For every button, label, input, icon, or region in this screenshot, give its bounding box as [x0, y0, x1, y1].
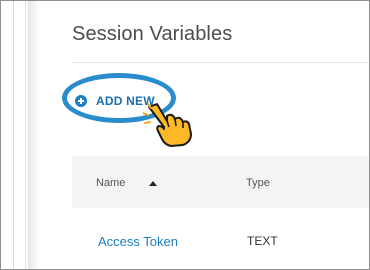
- left-panel-divider: [13, 1, 14, 269]
- table-header: Name Type: [72, 156, 369, 208]
- plus-circle-icon: [75, 95, 87, 107]
- page-title: Session Variables: [72, 23, 233, 45]
- variable-name-link[interactable]: Access Token: [98, 234, 178, 249]
- title-divider: [72, 62, 369, 63]
- table-row: Access Token TEXT: [72, 208, 369, 268]
- app-window: Session Variables ADD NEW Name Type Acce…: [0, 0, 370, 270]
- sort-ascending-icon[interactable]: [149, 181, 157, 186]
- session-variables-panel: Session Variables ADD NEW Name Type Acce…: [38, 1, 369, 269]
- panel-splitter[interactable]: [28, 1, 38, 269]
- left-panel: [1, 1, 26, 269]
- column-header-name[interactable]: Name: [96, 177, 125, 189]
- variable-type-cell: TEXT: [247, 234, 278, 248]
- hand-pointer-icon: [143, 103, 192, 147]
- column-header-type: Type: [246, 177, 270, 189]
